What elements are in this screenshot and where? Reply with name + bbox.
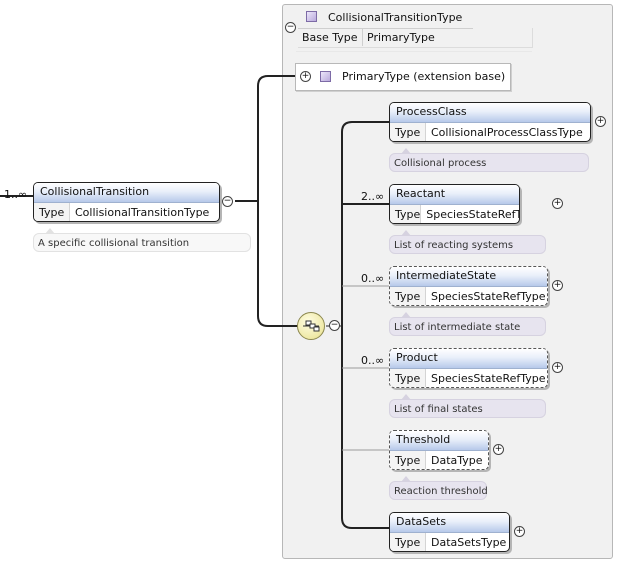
reactant-documentation: List of reacting systems: [389, 230, 546, 254]
child-type-row: Type CollisionalProcessClassType: [390, 123, 590, 141]
child-type-row: Type SpeciesStateRefType: [390, 369, 547, 387]
type-value: DataType: [431, 454, 483, 467]
intermediatestate-documentation: List of intermediate state: [389, 312, 546, 336]
child-name: Threshold: [390, 431, 488, 451]
child-threshold-node[interactable]: Threshold Type DataType: [389, 430, 489, 470]
child-datasets-node[interactable]: DataSets Type DataSetsType: [389, 512, 510, 552]
processclass-expand-icon[interactable]: +: [595, 116, 606, 127]
child-name: Reactant: [390, 185, 519, 205]
type-value: CollisionalTransitionType: [75, 206, 210, 219]
product-multiplicity: 0..∞: [361, 354, 385, 367]
threshold-expand-icon[interactable]: +: [493, 444, 504, 455]
fork-to-sequence-line: [257, 201, 298, 327]
child-name: DataSets: [390, 513, 509, 533]
type-key: Type: [390, 369, 426, 387]
child-product-node[interactable]: Product Type SpeciesStateRefType: [389, 348, 548, 388]
child-name: Product: [390, 349, 547, 369]
type-value: SpeciesStateRefType: [431, 372, 546, 385]
root-element-node[interactable]: CollisionalTransition Type CollisionalTr…: [33, 182, 220, 222]
intermediatestate-multiplicity: 0..∞: [361, 272, 385, 285]
type-value: DataSetsType: [431, 536, 507, 549]
child-name: IntermediateState: [390, 267, 547, 287]
processclass-documentation: Collisional process: [389, 148, 589, 172]
base-type-key: Base Type: [302, 31, 358, 44]
child-type-row: Type DataType: [390, 451, 488, 469]
type-key: Type: [390, 533, 426, 551]
child-processclass-node[interactable]: ProcessClass Type CollisionalProcessClas…: [389, 102, 591, 142]
child-intermediatestate-node[interactable]: IntermediateState Type SpeciesStateRefTy…: [389, 266, 548, 306]
sequence-collapse-icon[interactable]: −: [329, 320, 340, 331]
root-collapse-icon[interactable]: −: [222, 196, 233, 207]
threshold-documentation: Reaction threshold: [389, 476, 488, 500]
child-reactant-node[interactable]: Reactant Type SpeciesStateRefType: [389, 184, 520, 224]
complex-type-collapse-icon[interactable]: −: [285, 22, 296, 33]
datasets-expand-icon[interactable]: +: [514, 526, 525, 537]
complex-type-icon: [320, 71, 331, 82]
type-key: Type: [390, 287, 426, 305]
root-element-type-row: Type CollisionalTransitionType: [34, 203, 219, 221]
complex-type-name: CollisionalTransitionType: [328, 11, 463, 24]
type-key: Type: [390, 123, 426, 141]
child-type-row: Type DataSetsType: [390, 533, 509, 551]
extension-base-card[interactable]: + PrimaryType (extension base): [295, 63, 511, 91]
product-expand-icon[interactable]: +: [552, 362, 563, 373]
intermediatestate-expand-icon[interactable]: +: [552, 280, 563, 291]
header-bottom-rule-2: [296, 51, 532, 52]
root-documentation: A specific collisional transition: [33, 228, 251, 252]
extension-base-label: PrimaryType (extension base): [342, 70, 506, 83]
type-key: Type: [390, 451, 426, 469]
reactant-multiplicity: 2..∞: [361, 190, 385, 203]
child-name: ProcessClass: [390, 103, 590, 123]
fork-to-extension-line: [257, 75, 296, 201]
child-type-row: Type SpeciesStateRefType: [390, 205, 520, 223]
sequence-compositor-icon[interactable]: [297, 312, 325, 340]
product-documentation: List of final states: [389, 394, 546, 418]
root-element-name: CollisionalTransition: [34, 183, 219, 203]
header-right-rule: [532, 28, 533, 48]
type-value: CollisionalProcessClassType: [431, 126, 583, 139]
reactant-expand-icon[interactable]: +: [552, 198, 563, 209]
type-key: Type: [34, 203, 70, 221]
child-type-row: Type SpeciesStateRefType: [390, 287, 547, 305]
type-value: SpeciesStateRefType: [431, 290, 546, 303]
root-multiplicity: 1..∞: [4, 188, 28, 201]
spine-to-processclass: [341, 121, 389, 326]
base-type-value: PrimaryType: [367, 31, 435, 44]
type-key: Type: [390, 205, 422, 223]
type-value: SpeciesStateRefType: [426, 208, 520, 221]
header-bottom-rule: [298, 47, 532, 48]
complex-type-icon: [306, 11, 317, 22]
base-type-separator: [362, 29, 363, 46]
base-type-divider: [298, 28, 473, 29]
extension-expand-icon[interactable]: +: [300, 71, 311, 82]
